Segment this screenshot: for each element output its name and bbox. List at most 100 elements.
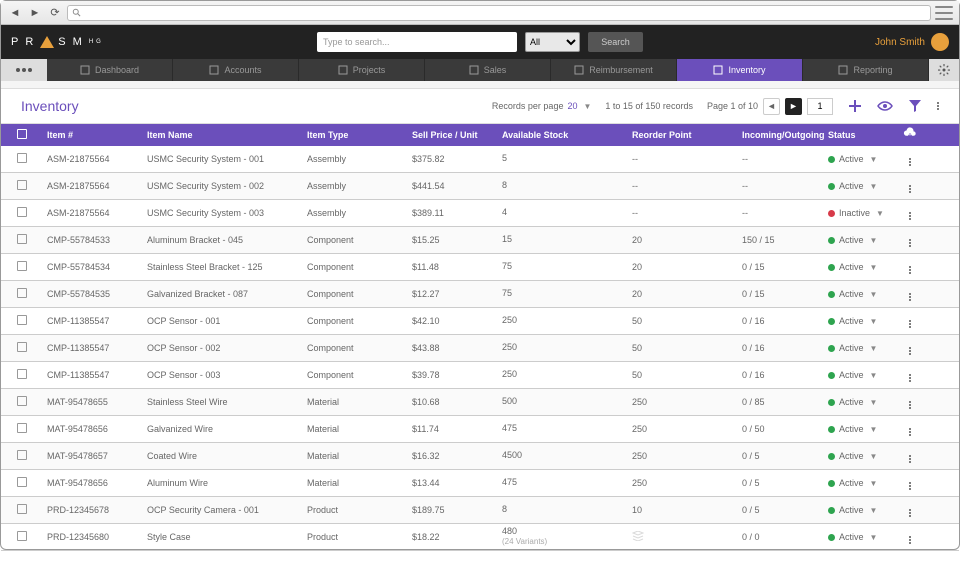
chevron-down-icon[interactable]: ▼ bbox=[870, 452, 878, 461]
chevron-down-icon[interactable]: ▼ bbox=[870, 479, 878, 488]
records-per-page[interactable]: Records per page 20 ▼ bbox=[492, 101, 591, 111]
chevron-down-icon[interactable]: ▼ bbox=[876, 209, 884, 218]
chevron-down-icon[interactable]: ▼ bbox=[870, 371, 878, 380]
row-checkbox[interactable] bbox=[17, 423, 27, 433]
table-row[interactable]: ASM-21875564USMC Security System - 003As… bbox=[1, 200, 959, 227]
col-name[interactable]: Item Name bbox=[143, 130, 303, 140]
chevron-down-icon[interactable]: ▼ bbox=[870, 344, 878, 353]
user-name: John Smith bbox=[875, 37, 925, 48]
select-all-checkbox[interactable] bbox=[17, 129, 27, 139]
row-actions-button[interactable] bbox=[909, 455, 911, 463]
table-row[interactable]: PRD-12345678OCP Security Camera - 001Pro… bbox=[1, 497, 959, 524]
row-checkbox[interactable] bbox=[17, 207, 27, 217]
row-actions-button[interactable] bbox=[909, 509, 911, 517]
row-checkbox[interactable] bbox=[17, 261, 27, 271]
nav-tab-sales[interactable]: Sales bbox=[425, 59, 551, 81]
row-checkbox[interactable] bbox=[17, 315, 27, 325]
add-button[interactable] bbox=[847, 98, 863, 114]
chevron-down-icon[interactable]: ▼ bbox=[870, 155, 878, 164]
search-input[interactable] bbox=[317, 32, 517, 52]
row-actions-button[interactable] bbox=[909, 293, 911, 301]
table-row[interactable]: CMP-11385547OCP Sensor - 003Component$39… bbox=[1, 362, 959, 389]
col-io[interactable]: Incoming/Outgoing bbox=[738, 130, 824, 140]
row-actions-button[interactable] bbox=[909, 185, 911, 193]
chevron-down-icon[interactable]: ▼ bbox=[870, 533, 878, 542]
row-actions-button[interactable] bbox=[909, 158, 911, 166]
nav-tab-reimbursement[interactable]: Reimbursement bbox=[551, 59, 677, 81]
row-actions-button[interactable] bbox=[909, 401, 911, 409]
nav-tab-reporting[interactable]: Reporting bbox=[803, 59, 929, 81]
row-actions-button[interactable] bbox=[909, 239, 911, 247]
chevron-down-icon[interactable]: ▼ bbox=[870, 425, 878, 434]
user-area[interactable]: John Smith bbox=[875, 33, 949, 51]
table-row[interactable]: CMP-55784535Galvanized Bracket - 087Comp… bbox=[1, 281, 959, 308]
row-checkbox[interactable] bbox=[17, 531, 27, 541]
nav-tab-inventory[interactable]: Inventory bbox=[677, 59, 803, 81]
chevron-down-icon[interactable]: ▼ bbox=[870, 182, 878, 191]
col-item[interactable]: Item # bbox=[43, 130, 143, 140]
table-row[interactable]: MAT-95478657Coated WireMaterial$16.32450… bbox=[1, 443, 959, 470]
row-actions-button[interactable] bbox=[909, 482, 911, 490]
url-bar[interactable] bbox=[67, 5, 931, 21]
row-actions-button[interactable] bbox=[909, 374, 911, 382]
page-input[interactable] bbox=[807, 98, 833, 115]
row-checkbox[interactable] bbox=[17, 450, 27, 460]
chevron-down-icon[interactable]: ▼ bbox=[870, 236, 878, 245]
row-checkbox[interactable] bbox=[17, 369, 27, 379]
cell-io: 0 / 16 bbox=[738, 343, 824, 353]
table-row[interactable]: CMP-55784533Aluminum Bracket - 045Compon… bbox=[1, 227, 959, 254]
chevron-down-icon[interactable]: ▼ bbox=[870, 290, 878, 299]
table-row[interactable]: CMP-11385547OCP Sensor - 001Component$42… bbox=[1, 308, 959, 335]
row-checkbox[interactable] bbox=[17, 180, 27, 190]
nav-tab-dashboard[interactable]: Dashboard bbox=[47, 59, 173, 81]
page-prev-button[interactable]: ◄ bbox=[763, 98, 780, 115]
row-actions-button[interactable] bbox=[909, 428, 911, 436]
row-actions-button[interactable] bbox=[909, 266, 911, 274]
row-checkbox[interactable] bbox=[17, 153, 27, 163]
more-actions-button[interactable] bbox=[937, 102, 939, 110]
row-checkbox[interactable] bbox=[17, 477, 27, 487]
table-row[interactable]: MAT-95478656Aluminum WireMaterial$13.444… bbox=[1, 470, 959, 497]
col-stock[interactable]: Available Stock bbox=[498, 130, 628, 140]
table-row[interactable]: CMP-11385547OCP Sensor - 002Component$43… bbox=[1, 335, 959, 362]
filter-button[interactable] bbox=[907, 98, 923, 114]
browser-menu-icon[interactable] bbox=[935, 6, 953, 20]
table-row[interactable]: ASM-21875564USMC Security System - 001As… bbox=[1, 146, 959, 173]
col-price[interactable]: Sell Price / Unit bbox=[408, 130, 498, 140]
row-actions-button[interactable] bbox=[909, 536, 911, 544]
col-status[interactable]: Status bbox=[824, 130, 898, 140]
row-checkbox[interactable] bbox=[17, 288, 27, 298]
row-checkbox[interactable] bbox=[17, 504, 27, 514]
reload-button[interactable]: ⟳ bbox=[47, 5, 63, 21]
row-actions-button[interactable] bbox=[909, 212, 911, 220]
chevron-down-icon[interactable]: ▼ bbox=[870, 506, 878, 515]
nav-tab-accounts[interactable]: Accounts bbox=[173, 59, 299, 81]
row-checkbox[interactable] bbox=[17, 396, 27, 406]
row-checkbox[interactable] bbox=[17, 342, 27, 352]
search-filter-select[interactable]: All bbox=[525, 32, 580, 52]
cell-item: CMP-55784533 bbox=[43, 235, 143, 245]
forward-button[interactable]: ► bbox=[27, 5, 43, 21]
settings-button[interactable] bbox=[929, 59, 959, 81]
col-reorder[interactable]: Reorder Point bbox=[628, 130, 738, 140]
nav-more-button[interactable] bbox=[1, 59, 47, 81]
table-row[interactable]: MAT-95478656Galvanized WireMaterial$11.7… bbox=[1, 416, 959, 443]
row-actions-button[interactable] bbox=[909, 320, 911, 328]
avatar[interactable] bbox=[931, 33, 949, 51]
chevron-down-icon[interactable]: ▼ bbox=[870, 398, 878, 407]
chevron-down-icon[interactable]: ▼ bbox=[870, 263, 878, 272]
table-row[interactable]: CMP-55784534Stainless Steel Bracket - 12… bbox=[1, 254, 959, 281]
search-button[interactable]: Search bbox=[588, 32, 643, 52]
row-checkbox[interactable] bbox=[17, 234, 27, 244]
cloud-download-icon[interactable] bbox=[903, 127, 917, 141]
table-row[interactable]: ASM-21875564USMC Security System - 002As… bbox=[1, 173, 959, 200]
table-row[interactable]: MAT-95478655Stainless Steel WireMaterial… bbox=[1, 389, 959, 416]
col-type[interactable]: Item Type bbox=[303, 130, 408, 140]
chevron-down-icon[interactable]: ▼ bbox=[870, 317, 878, 326]
back-button[interactable]: ◄ bbox=[7, 5, 23, 21]
view-button[interactable] bbox=[877, 98, 893, 114]
page-next-button[interactable]: ► bbox=[785, 98, 802, 115]
nav-tab-projects[interactable]: Projects bbox=[299, 59, 425, 81]
table-row[interactable]: PRD-12345680Style CaseProduct$18.22480(2… bbox=[1, 524, 959, 551]
row-actions-button[interactable] bbox=[909, 347, 911, 355]
